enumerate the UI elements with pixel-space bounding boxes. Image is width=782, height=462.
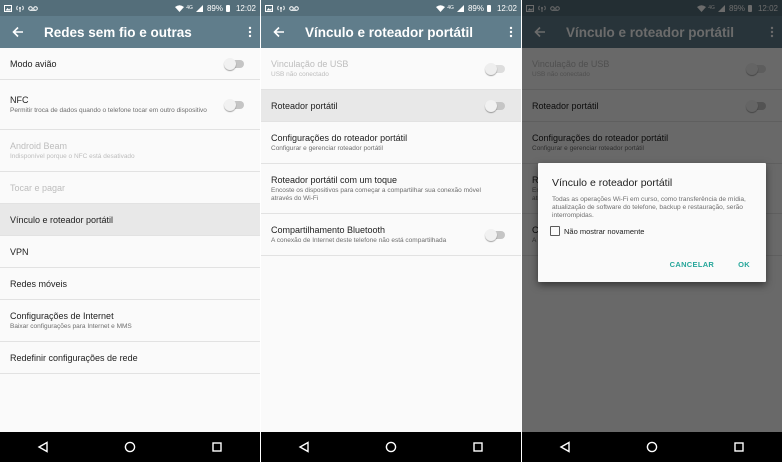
settings-list: Vinculação de USB USB não conectado Rote… [261,48,521,256]
page-title: Vínculo e roteador portátil [305,24,474,40]
item-title: Modo avião [10,58,57,69]
item-title: Roteador portátil com um toque [271,174,398,185]
screen-wireless-networks: 4G 89% 12:02 Redes sem fio e outras Modo… [0,0,260,462]
item-title: Roteador portátil [271,100,338,111]
usb-tethering-toggle [485,62,505,75]
nav-recent-icon[interactable] [724,432,754,462]
dialog-message: Todas as operações Wi-Fi em curso, como … [552,196,746,219]
dialog-actions: CANCELAR OK [670,260,750,269]
item-title: VPN [10,246,29,257]
nav-home-icon[interactable] [376,432,406,462]
back-arrow-icon[interactable] [261,16,297,48]
item-title: Compartilhamento Bluetooth [271,224,386,235]
image-notification-icon [265,4,273,12]
back-arrow-icon[interactable] [0,16,36,48]
airplane-mode-toggle[interactable] [224,57,244,70]
item-subtitle: Permitir troca de dados quando o telefon… [10,106,207,114]
nav-back-icon[interactable] [289,432,319,462]
dont-show-again-checkbox[interactable] [550,226,560,236]
item-title: Tocar e pagar [10,182,66,193]
item-subtitle: Encoste os dispositivos para começar a c… [271,186,481,202]
image-notification-icon [4,4,12,12]
vpn-item[interactable]: VPN [0,236,260,268]
dont-show-again-option[interactable]: Não mostrar novamente [550,226,644,236]
nav-home-icon[interactable] [115,432,145,462]
screen-tethering-dialog: 4G 89% 12:02 Vínculo e roteador portátil… [522,0,782,462]
tap-and-pay-item: Tocar e pagar [0,172,260,204]
clock: 12:02 [235,3,256,13]
battery-level: 89% [206,3,223,13]
item-title: Configurações de Internet [10,310,114,321]
more-vert-icon[interactable] [240,16,260,48]
battery-icon [486,4,491,12]
item-subtitle: Baixar configurações para Internet e MMS [10,322,132,330]
voicemail-notification-icon [289,5,299,12]
ok-button[interactable]: OK [738,260,750,269]
tethering-warning-dialog: Vínculo e roteador portátil Todas as ope… [538,163,766,282]
mobile-networks-item[interactable]: Redes móveis [0,268,260,300]
nav-back-icon[interactable] [550,432,580,462]
item-title: Redes móveis [10,278,68,289]
navigation-bar [0,432,260,462]
screen-tethering: 4G 89% 12:02 Vínculo e roteador portátil… [261,0,521,462]
app-bar: Redes sem fio e outras [0,16,260,48]
voicemail-notification-icon [28,5,38,12]
wifi-icon [436,4,446,12]
signal-icon [456,4,465,12]
page-title: Redes sem fio e outras [44,24,192,40]
item-title: NFC [10,94,29,105]
item-title: Redefinir configurações de rede [10,352,138,363]
airplane-mode-item[interactable]: Modo avião [0,48,260,80]
dialog-title: Vínculo e roteador portátil [552,177,673,189]
item-subtitle: Indisponível porque o NFC está desativad… [10,152,135,160]
hotspot-settings-item[interactable]: Configurações do roteador portátil Confi… [261,122,521,164]
nav-recent-icon[interactable] [463,432,493,462]
hotspot-notification-icon [16,5,24,12]
nfc-item[interactable]: NFC Permitir troca de dados quando o tel… [0,80,260,130]
one-touch-hotspot-item[interactable]: Roteador portátil com um toque Encoste o… [261,164,521,214]
app-bar: Vínculo e roteador portátil [261,16,521,48]
battery-icon [225,4,230,12]
settings-list: Modo avião NFC Permitir troca de dados q… [0,48,260,374]
navigation-bar [522,432,782,462]
status-bar: 4G 89% 12:02 [0,0,260,16]
hotspot-notification-icon [277,5,285,12]
nav-recent-icon[interactable] [202,432,232,462]
battery-level: 89% [467,3,484,13]
portable-hotspot-toggle[interactable] [485,99,505,112]
usb-tethering-item: Vinculação de USB USB não conectado [261,48,521,90]
item-subtitle: Configurar e gerenciar roteador portátil [271,144,384,152]
network-type: 4G [186,5,193,11]
portable-hotspot-item[interactable]: Roteador portátil [261,90,521,122]
clock: 12:02 [496,3,517,13]
navigation-bar [261,432,521,462]
reset-network-item[interactable]: Redefinir configurações de rede [0,342,260,374]
bluetooth-tethering-item[interactable]: Compartilhamento Bluetooth A conexão de … [261,214,521,256]
item-title: Android Beam [10,140,68,151]
internet-settings-item[interactable]: Configurações de Internet Baixar configu… [0,300,260,342]
more-vert-icon[interactable] [501,16,521,48]
nfc-toggle[interactable] [224,98,244,111]
item-subtitle: USB não conectado [271,70,329,78]
nav-back-icon[interactable] [28,432,58,462]
checkbox-label: Não mostrar novamente [564,226,645,236]
nav-home-icon[interactable] [637,432,667,462]
wifi-icon [175,4,185,12]
item-subtitle: A conexão de Internet deste telefone não… [271,236,447,244]
android-beam-item: Android Beam Indisponível porque o NFC e… [0,130,260,172]
bluetooth-tethering-toggle[interactable] [485,228,505,241]
item-title: Vinculação de USB [271,58,349,69]
cancel-button[interactable]: CANCELAR [670,260,714,269]
network-type: 4G [447,5,454,11]
status-bar: 4G 89% 12:02 [261,0,521,16]
item-title: Vínculo e roteador portátil [10,214,114,225]
tethering-item[interactable]: Vínculo e roteador portátil [0,204,260,236]
signal-icon [195,4,204,12]
item-title: Configurações do roteador portátil [271,132,408,143]
